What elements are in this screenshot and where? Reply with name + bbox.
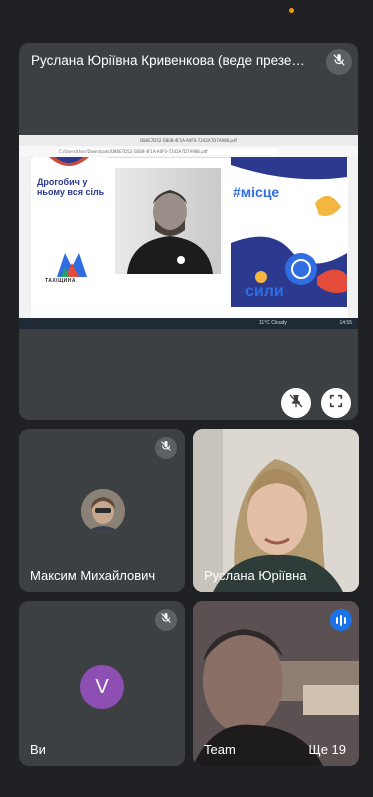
audio-level-icon	[330, 609, 352, 631]
participant-name: Ви	[30, 742, 46, 757]
participant-tile-team[interactable]: Team Ще 19	[193, 601, 359, 766]
recording-indicator	[289, 8, 294, 13]
shared-screen: D86E7D52-5B08-4F1A-A0F0-7242A7D7A986.pdf…	[19, 135, 358, 329]
participant-tile-maksym[interactable]: Максим Михайлович	[19, 429, 185, 592]
slide-top-ornament	[49, 157, 89, 166]
mute-indicator	[155, 437, 177, 459]
shared-side-toolbar	[19, 157, 31, 318]
mic-off-icon	[160, 611, 172, 629]
unpin-button[interactable]	[281, 388, 311, 418]
avatar: V	[80, 665, 124, 709]
shared-browser-tab: D86E7D52-5B08-4F1A-A0F0-7242A7D7A986.pdf	[19, 135, 358, 146]
presenter-mute-indicator	[326, 49, 352, 75]
slide-left-panel: Дрогобич у ньому вся сіль ТАХІЩИНА	[33, 157, 107, 307]
more-participants-button[interactable]: Ще 19	[309, 742, 347, 757]
slide-left-text: Дрогобич у ньому вся сіль	[37, 177, 105, 197]
mute-indicator	[155, 609, 177, 631]
mic-off-icon	[160, 439, 172, 457]
pin-off-icon	[288, 393, 304, 414]
presenter-name: Руслана Юріївна Кривенкова (веде презент…	[31, 53, 312, 68]
slide-logo-text: ТАХІЩИНА	[45, 278, 76, 284]
mic-off-icon	[332, 53, 346, 72]
fullscreen-icon	[328, 393, 344, 414]
taskbar-weather: 11°C Cloudy	[259, 320, 287, 326]
participant-name: Руслана Юріївна	[204, 568, 307, 583]
shared-taskbar: 11°C Cloudy 14:55	[19, 318, 358, 329]
slide-title: #місце	[233, 184, 280, 200]
slide-photo	[115, 168, 221, 274]
slide-logo-icon	[57, 253, 87, 277]
avatar	[81, 489, 125, 533]
participant-name: Максим Михайлович	[30, 568, 156, 583]
presentation-tile[interactable]: Руслана Юріївна Кривенкова (веде презент…	[19, 43, 358, 420]
shared-right-toolbar	[348, 157, 358, 318]
participant-tile-self[interactable]: V Ви	[19, 601, 185, 766]
slide-title-2: сили	[245, 283, 284, 300]
slide-right-panel: #місце сили	[231, 157, 347, 307]
participant-tile-ruslana[interactable]: Руслана Юріївна	[193, 429, 359, 592]
participant-name: Team	[204, 742, 236, 757]
taskbar-time: 14:55	[339, 320, 352, 326]
shared-address-text: C:/Users/User/Downloads/D86E7D52-5B08-4F…	[55, 148, 279, 155]
fullscreen-button[interactable]	[321, 388, 351, 418]
